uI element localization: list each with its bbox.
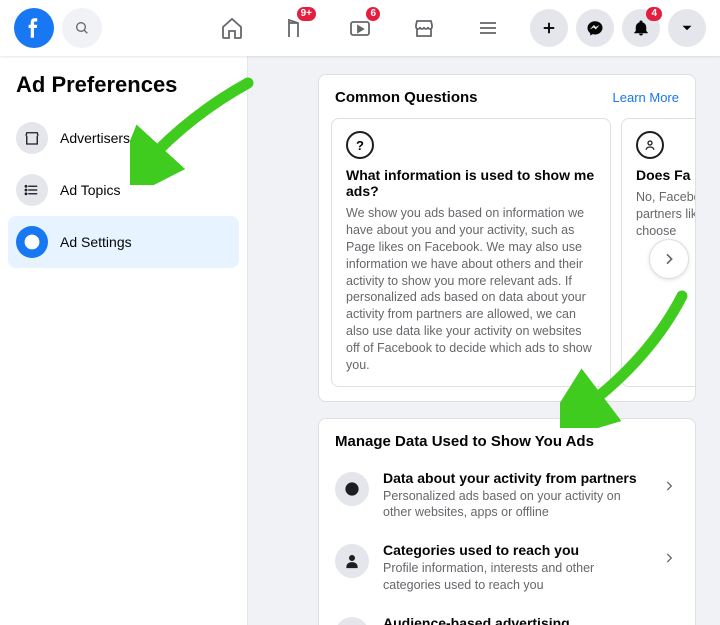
account-menu-button[interactable] bbox=[668, 9, 706, 47]
profile-circle-icon bbox=[16, 226, 48, 258]
row-subtitle: Profile information, interests and other… bbox=[383, 560, 645, 593]
sidebar-item-ad-settings[interactable]: Ad Settings bbox=[8, 216, 239, 268]
question-body: We show you ads based on information we … bbox=[346, 205, 596, 374]
person-circle-icon bbox=[636, 131, 664, 159]
marketplace-tab[interactable] bbox=[396, 3, 452, 53]
question-mark-icon: ? bbox=[346, 131, 374, 159]
menu-tab[interactable] bbox=[460, 3, 516, 53]
question-title: What information is used to show me ads? bbox=[346, 167, 596, 199]
notifications-button[interactable]: 4 bbox=[622, 9, 660, 47]
row-activity-from-partners[interactable]: Data about your activity from partners P… bbox=[319, 460, 695, 533]
search-button[interactable] bbox=[62, 8, 102, 48]
home-tab[interactable] bbox=[204, 3, 260, 53]
watch-badge: 6 bbox=[366, 7, 380, 21]
pages-tab[interactable]: 9+ bbox=[268, 3, 324, 53]
section-heading: Manage Data Used to Show You Ads bbox=[319, 419, 695, 460]
create-button[interactable] bbox=[530, 9, 568, 47]
carousel-next-button[interactable] bbox=[649, 239, 689, 279]
question-card-1[interactable]: ? What information is used to show me ad… bbox=[331, 118, 611, 387]
facebook-logo[interactable] bbox=[14, 8, 54, 48]
list-icon bbox=[16, 174, 48, 206]
messenger-button[interactable] bbox=[576, 9, 614, 47]
row-title: Audience-based advertising bbox=[383, 615, 645, 625]
storefront-icon bbox=[16, 122, 48, 154]
center-nav: 9+ 6 bbox=[204, 3, 516, 53]
sidebar-item-ad-topics[interactable]: Ad Topics bbox=[8, 164, 239, 216]
question-title: Does Fa bbox=[636, 167, 695, 183]
common-questions-card: Common Questions Learn More ? What infor… bbox=[318, 74, 696, 402]
page-title: Ad Preferences bbox=[16, 72, 231, 98]
row-title: Categories used to reach you bbox=[383, 542, 645, 558]
chevron-right-icon bbox=[659, 548, 679, 568]
row-title: Data about your activity from partners bbox=[383, 470, 645, 486]
main-content: Common Questions Learn More ? What infor… bbox=[248, 56, 720, 625]
sidebar-item-advertisers[interactable]: Advertisers bbox=[8, 112, 239, 164]
manage-data-card: Manage Data Used to Show You Ads Data ab… bbox=[318, 418, 696, 625]
right-icon-tray: 4 bbox=[530, 9, 706, 47]
sidebar: Ad Preferences Advertisers Ad Topics Ad … bbox=[0, 56, 248, 625]
sidebar-item-label: Advertisers bbox=[60, 130, 130, 146]
row-categories[interactable]: Categories used to reach you Profile inf… bbox=[319, 532, 695, 605]
section-heading: Common Questions bbox=[335, 89, 478, 106]
person-icon bbox=[335, 544, 369, 578]
notifications-badge: 4 bbox=[646, 7, 662, 21]
sidebar-item-label: Ad Topics bbox=[60, 182, 120, 198]
chevron-right-icon bbox=[659, 476, 679, 496]
top-nav: 9+ 6 4 bbox=[0, 0, 720, 56]
sidebar-item-label: Ad Settings bbox=[60, 234, 132, 250]
row-subtitle: Personalized ads based on your activity … bbox=[383, 488, 645, 521]
question-body: No, Facebook partners like you choose bbox=[636, 189, 695, 240]
pages-badge: 9+ bbox=[297, 7, 316, 21]
watch-tab[interactable]: 6 bbox=[332, 3, 388, 53]
chevron-right-icon bbox=[659, 621, 679, 625]
briefcase-icon bbox=[335, 617, 369, 625]
learn-more-link[interactable]: Learn More bbox=[613, 90, 679, 105]
row-audience-based[interactable]: Audience-based advertising Advertisers u… bbox=[319, 605, 695, 625]
globe-icon bbox=[335, 472, 369, 506]
